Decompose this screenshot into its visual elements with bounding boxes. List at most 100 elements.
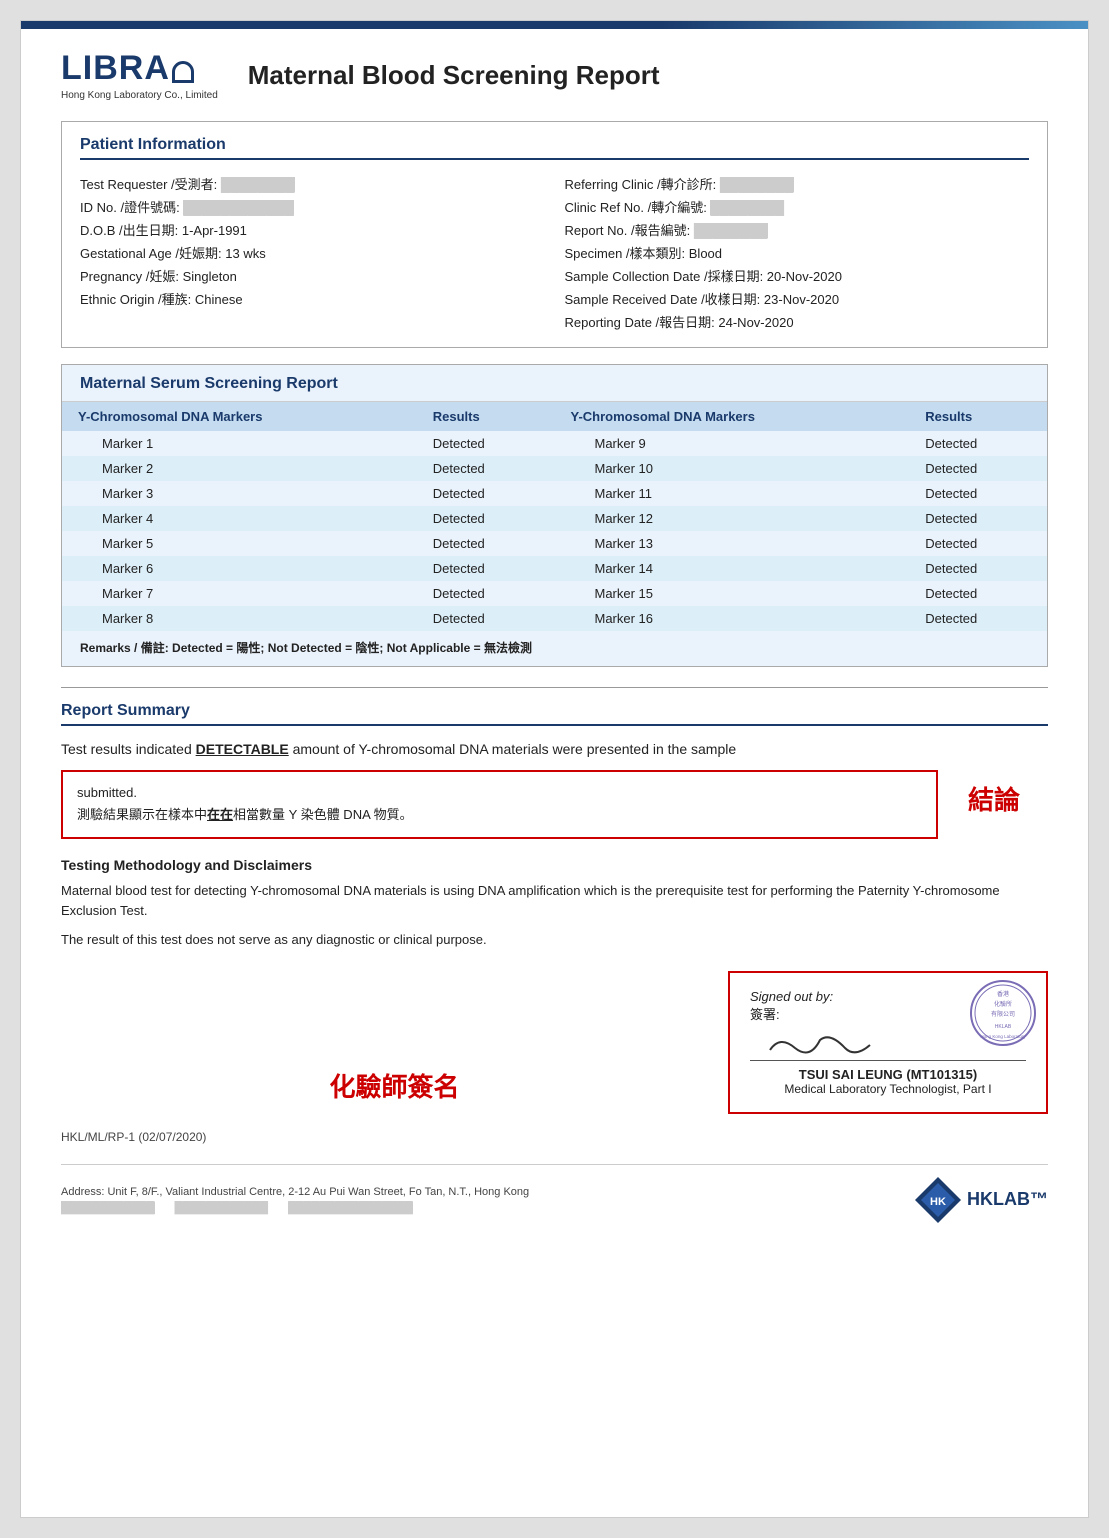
address-line: Address: Unit F, 8/F., Valiant Industria… [61, 1186, 529, 1198]
requester-label: Test Requester /受測者: [80, 177, 221, 192]
conclusion-label: 結論 [968, 770, 1048, 817]
signer-title: Medical Laboratory Technologist, Part I [750, 1082, 1026, 1096]
patient-row-ethnic: Ethnic Origin /種族: Chinese [80, 287, 545, 310]
methodology-title: Testing Methodology and Disclaimers [61, 857, 1048, 873]
chemist-label: 化驗師簽名 [61, 1067, 728, 1114]
clinicref-label: Clinic Ref No. /轉介編號: [565, 200, 711, 215]
marker-left-name: Marker 4 [62, 506, 417, 531]
divider [61, 687, 1048, 688]
markers-header-row: Y-Chromosomal DNA Markers Results Y-Chro… [62, 402, 1047, 431]
marker-left-name: Marker 3 [62, 481, 417, 506]
clinic-label: Referring Clinic /轉介診所: [565, 177, 720, 192]
patient-grid: Test Requester /受測者: ████████ ID No. /證件… [80, 172, 1029, 333]
signature-row: 化驗師簽名 香港 化驗所 有限公司 HKLAB Hong Kong Labora… [61, 971, 1048, 1114]
marker-right-result: Detected [909, 506, 1047, 531]
patient-left-col: Test Requester /受測者: ████████ ID No. /證件… [80, 172, 545, 333]
marker-right-name: Marker 12 [554, 506, 909, 531]
dob-value: 1-Apr-1991 [182, 223, 247, 238]
marker-right-result: Detected [909, 456, 1047, 481]
patient-info-title: Patient Information [80, 136, 1029, 160]
table-row: Marker 8DetectedMarker 16Detected [62, 606, 1047, 631]
logo-area: LIBRA Hong Kong Laboratory Co., Limited [61, 49, 218, 101]
table-row: Marker 3DetectedMarker 11Detected [62, 481, 1047, 506]
conclusion-zh: 測驗結果顯示在樣本中在在相當數量 Y 染色體 DNA 物質。 [77, 807, 413, 822]
patient-row-pregnancy: Pregnancy /妊娠: Singleton [80, 264, 545, 287]
table-row: Marker 5DetectedMarker 13Detected [62, 531, 1047, 556]
conclusion-box: submitted. 測驗結果顯示在樣本中在在相當數量 Y 染色體 DNA 物質… [61, 770, 1048, 838]
collection-value: 20-Nov-2020 [767, 269, 842, 284]
logo-libra: LIBRA [61, 49, 194, 88]
marker-right-name: Marker 9 [554, 431, 909, 456]
pregnancy-value: Singleton [183, 269, 237, 284]
marker-right-result: Detected [909, 581, 1047, 606]
col4-header: Results [909, 402, 1047, 431]
marker-right-name: Marker 10 [554, 456, 909, 481]
requester-value: ████████ [221, 177, 295, 192]
svg-text:有限公司: 有限公司 [991, 1010, 1015, 1018]
marker-left-name: Marker 2 [62, 456, 417, 481]
patient-row-reportno: Report No. /報告編號: ████████ [565, 218, 1030, 241]
ethnic-value: Chinese [195, 292, 243, 307]
marker-right-name: Marker 11 [554, 481, 909, 506]
signature-box: 香港 化驗所 有限公司 HKLAB Hong Kong Laboratory S… [728, 971, 1048, 1114]
footer: Address: Unit F, 8/F., Valiant Industria… [61, 1164, 1048, 1225]
ethnic-label: Ethnic Origin /種族: [80, 292, 195, 307]
methodology-section: Testing Methodology and Disclaimers Mate… [61, 857, 1048, 951]
methodology-text1: Maternal blood test for detecting Y-chro… [61, 881, 1048, 923]
patient-right-col: Referring Clinic /轉介診所: ████████ Clinic … [565, 172, 1030, 333]
summary-detectable: DETECTABLE [196, 741, 289, 757]
summary-text-after: amount of Y-chromosomal DNA materials we… [289, 741, 736, 757]
pregnancy-label: Pregnancy /妊娠: [80, 269, 183, 284]
footer-contacts: ████████████ ████████████ ██████████████… [61, 1202, 529, 1214]
received-label: Sample Received Date /收樣日期: [565, 292, 764, 307]
patient-row-clinic: Referring Clinic /轉介診所: ████████ [565, 172, 1030, 195]
footer-logo-area: HK HKLAB™ [913, 1175, 1048, 1225]
serum-section: Maternal Serum Screening Report Y-Chromo… [61, 364, 1048, 667]
svg-text:香港: 香港 [997, 990, 1009, 998]
summary-paragraph: Test results indicated DETECTABLE amount… [61, 738, 1048, 760]
patient-info-section: Patient Information Test Requester /受測者:… [61, 121, 1048, 348]
conclusion-submitted: submitted. [77, 785, 137, 800]
patient-row-dob: D.O.B /出生日期: 1-Apr-1991 [80, 218, 545, 241]
marker-right-result: Detected [909, 481, 1047, 506]
footer-address: Address: Unit F, 8/F., Valiant Industria… [61, 1186, 529, 1214]
signer-name: TSUI SAI LEUNG (MT101315) [750, 1067, 1026, 1082]
remarks-text: Remarks / 備註: Detected = 陽性; Not Detecte… [62, 631, 1047, 656]
marker-left-name: Marker 6 [62, 556, 417, 581]
top-bar [21, 21, 1088, 29]
marker-right-name: Marker 15 [554, 581, 909, 606]
hklab-diamond-icon: HK [913, 1175, 963, 1225]
table-row: Marker 1DetectedMarker 9Detected [62, 431, 1047, 456]
gestational-label: Gestational Age /妊娠期: [80, 246, 225, 261]
serum-title: Maternal Serum Screening Report [62, 365, 1047, 402]
logo-subtitle: Hong Kong Laboratory Co., Limited [61, 90, 218, 101]
reporting-label: Reporting Date /報告日期: [565, 315, 719, 330]
footer-fax: ████████████ [175, 1202, 269, 1214]
id-value: ████████████ [183, 200, 294, 215]
markers-table: Y-Chromosomal DNA Markers Results Y-Chro… [62, 402, 1047, 631]
id-label: ID No. /證件號碼: [80, 200, 183, 215]
marker-left-result: Detected [417, 481, 555, 506]
table-row: Marker 2DetectedMarker 10Detected [62, 456, 1047, 481]
marker-left-result: Detected [417, 556, 555, 581]
marker-right-name: Marker 16 [554, 606, 909, 631]
svg-text:HK: HK [930, 1196, 946, 1208]
specimen-value: Blood [689, 246, 722, 261]
col3-header: Y-Chromosomal DNA Markers [554, 402, 909, 431]
clinicref-value: ████████ [710, 200, 784, 215]
patient-row-id: ID No. /證件號碼: ████████████ [80, 195, 545, 218]
table-row: Marker 6DetectedMarker 14Detected [62, 556, 1047, 581]
marker-left-result: Detected [417, 456, 555, 481]
marker-left-result: Detected [417, 606, 555, 631]
marker-left-name: Marker 5 [62, 531, 417, 556]
collection-label: Sample Collection Date /採樣日期: [565, 269, 767, 284]
footer-phone: ████████████ [61, 1202, 155, 1214]
patient-row-reporting: Reporting Date /報告日期: 24-Nov-2020 [565, 310, 1030, 333]
reportno-label: Report No. /報告編號: [565, 223, 694, 238]
patient-row-requester: Test Requester /受測者: ████████ [80, 172, 545, 195]
marker-left-name: Marker 1 [62, 431, 417, 456]
marker-left-result: Detected [417, 581, 555, 606]
signature-svg [760, 1030, 880, 1058]
svg-text:化驗所: 化驗所 [994, 1000, 1012, 1008]
header: LIBRA Hong Kong Laboratory Co., Limited … [61, 49, 1048, 101]
